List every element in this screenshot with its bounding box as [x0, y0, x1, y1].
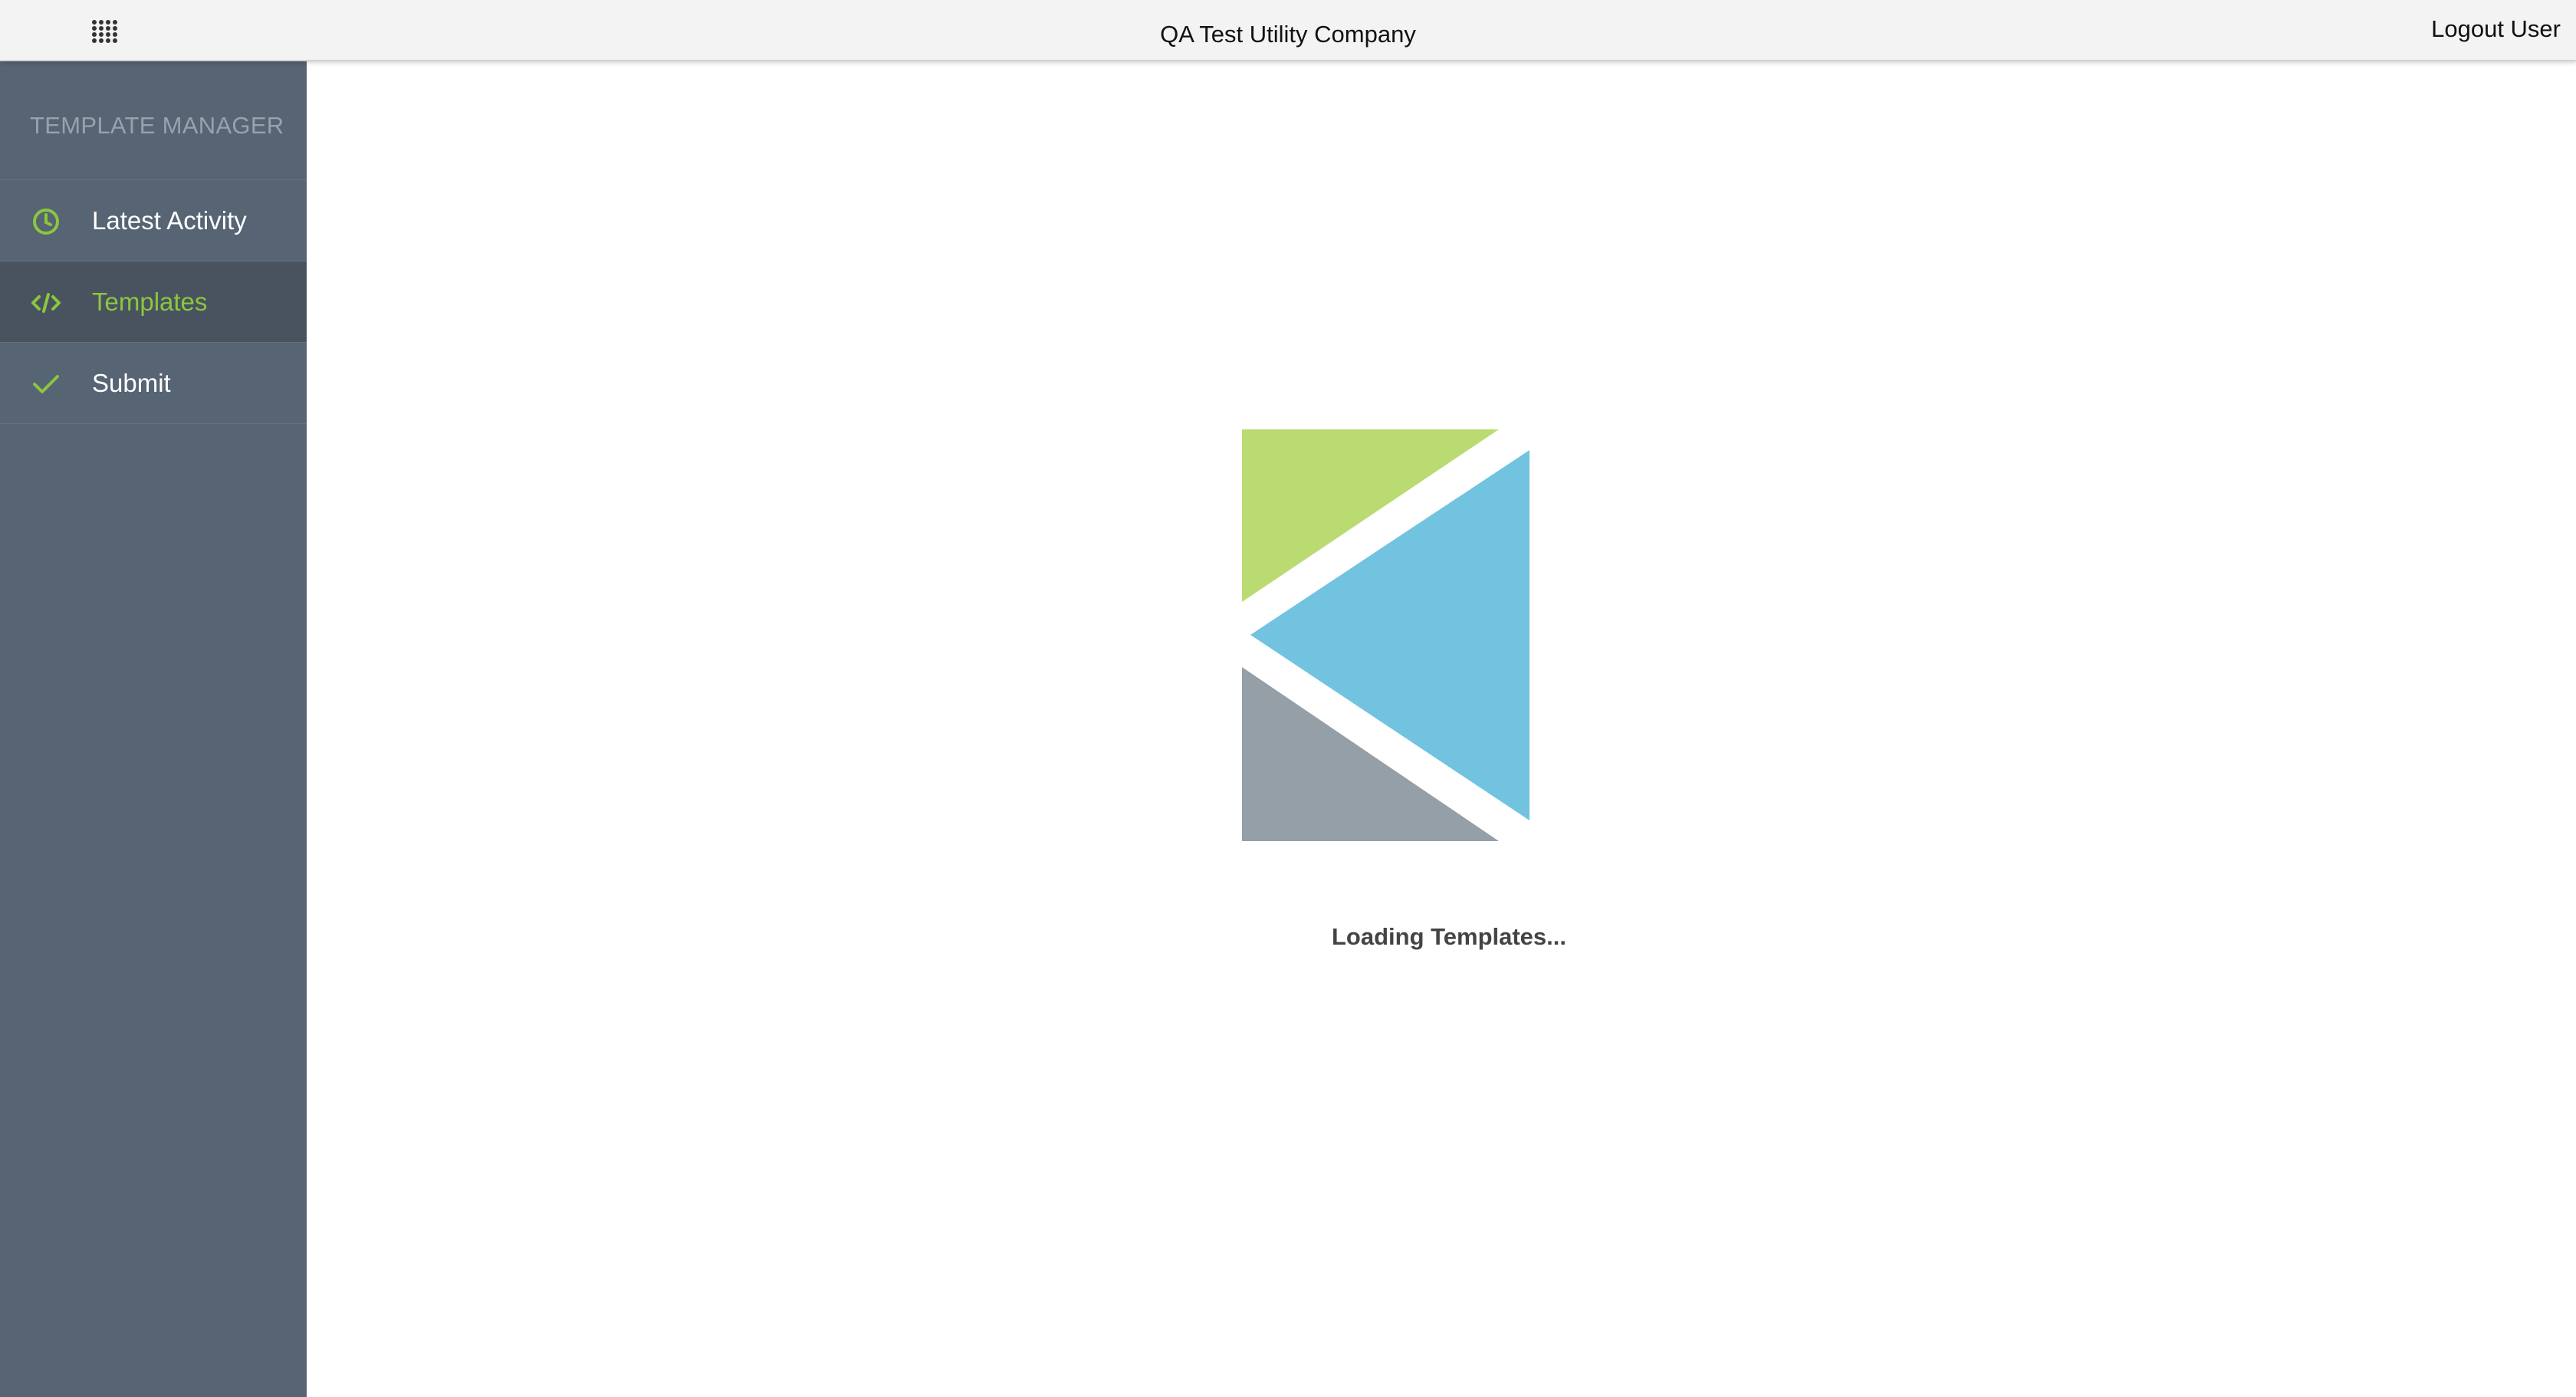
loading-text: Loading Templates...	[1331, 923, 1567, 950]
grid-icon[interactable]	[90, 18, 120, 44]
check-icon	[31, 369, 61, 399]
sidebar-item-latest-activity[interactable]: Latest Activity	[0, 180, 307, 261]
sidebar-item-submit[interactable]: Submit	[0, 343, 307, 424]
company-title: QA Test Utility Company	[1160, 21, 1416, 48]
sidebar-item-label: Submit	[92, 368, 171, 397]
sidebar: TEMPLATE MANAGER Latest Activity Templat…	[0, 61, 307, 1397]
code-icon	[31, 288, 61, 318]
loading-indicator: Loading Templates...	[1242, 429, 1656, 950]
main-content: Loading Templates...	[307, 61, 2576, 1397]
sidebar-item-label: Latest Activity	[92, 205, 247, 235]
sidebar-title: TEMPLATE MANAGER	[0, 61, 307, 180]
logout-button[interactable]: Logout User	[2431, 15, 2561, 43]
sidebar-item-label: Templates	[92, 287, 208, 316]
loading-logo	[1242, 429, 1530, 841]
top-bar: QA Test Utility Company Logout User	[0, 0, 2576, 61]
clock-icon	[31, 206, 61, 237]
sidebar-item-templates[interactable]: Templates	[0, 261, 307, 343]
